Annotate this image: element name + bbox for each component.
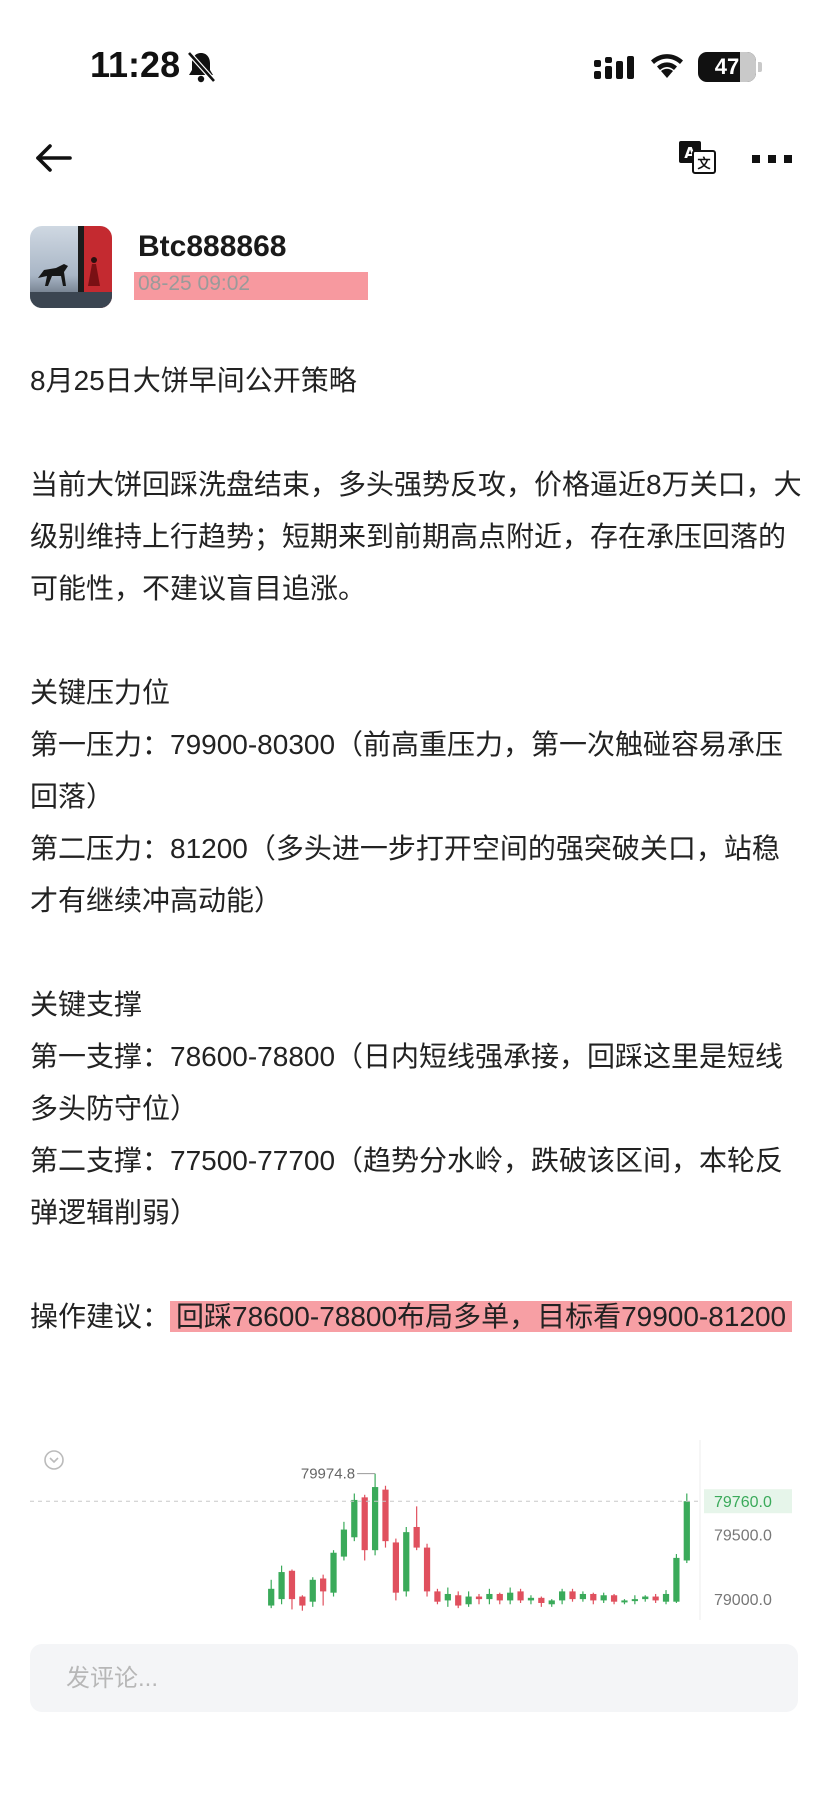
candle bbox=[610, 1595, 618, 1602]
svg-text:文: 文 bbox=[697, 156, 711, 172]
price-axis-label: 79500.0 bbox=[714, 1528, 772, 1545]
candle bbox=[413, 1526, 420, 1548]
candle bbox=[517, 1591, 524, 1601]
candle bbox=[434, 1591, 441, 1602]
advice-line: 操作建议： 回踩78600-78800布局多单，目标看79900-81200 bbox=[30, 1291, 805, 1343]
battery-icon: 47 bbox=[698, 52, 756, 82]
resistance-2: 第二压力：81200（多头进一步打开空间的强突破关口，站稳才有继续冲高动能） bbox=[30, 833, 780, 916]
high-price-label: 79974.8 bbox=[301, 1466, 355, 1483]
candle bbox=[465, 1596, 472, 1605]
candle bbox=[392, 1542, 399, 1593]
comment-box[interactable] bbox=[30, 1644, 798, 1714]
candle bbox=[475, 1596, 483, 1600]
battery-level: 47 bbox=[714, 54, 740, 79]
bell-muted-icon bbox=[187, 51, 216, 83]
advice-label: 操作建议： bbox=[30, 1301, 171, 1332]
price-chart-image[interactable]: 79974.8 79760.0 79500.0 79000.0 bbox=[0, 1440, 830, 1620]
candle bbox=[590, 1593, 597, 1601]
candle bbox=[455, 1595, 462, 1606]
support-2: 第二支撑：77500-77700（趋势分水岭，跌破该区间，本轮反弹逻辑削弱） bbox=[30, 1145, 784, 1228]
candle bbox=[309, 1579, 316, 1602]
author-name[interactable]: Btc888868 bbox=[138, 230, 286, 264]
candle bbox=[382, 1489, 389, 1542]
author-avatar[interactable] bbox=[30, 226, 112, 308]
candle bbox=[361, 1497, 368, 1551]
candle bbox=[631, 1599, 638, 1602]
support-1: 第一支撑：78600-78800（日内短线强承接，回踩这里是短线多头防守位） bbox=[30, 1041, 784, 1124]
status-bar: 11:28 47 bbox=[0, 0, 830, 135]
candle bbox=[371, 1487, 379, 1551]
candle bbox=[548, 1600, 555, 1605]
candle bbox=[527, 1597, 535, 1601]
candle bbox=[403, 1532, 410, 1592]
candle bbox=[330, 1552, 337, 1593]
back-arrow-icon[interactable] bbox=[34, 142, 74, 174]
candle bbox=[351, 1499, 358, 1538]
comment-input[interactable] bbox=[64, 1644, 768, 1714]
more-options-icon[interactable] bbox=[752, 154, 792, 164]
candle bbox=[569, 1591, 576, 1600]
candle bbox=[621, 1600, 628, 1603]
candle bbox=[673, 1557, 680, 1602]
candle bbox=[538, 1597, 545, 1603]
candle bbox=[444, 1593, 451, 1601]
status-time: 11:28 bbox=[90, 44, 181, 85]
resistance-heading: 关键压力位 bbox=[30, 677, 171, 708]
candle bbox=[268, 1588, 275, 1606]
post-title: 8月25日大饼早间公开策略 bbox=[30, 365, 357, 396]
candle bbox=[600, 1595, 607, 1601]
wifi-icon bbox=[651, 54, 683, 78]
candle bbox=[559, 1591, 566, 1601]
candle bbox=[423, 1547, 431, 1592]
post-timestamp: 08-25 09:02 bbox=[138, 272, 251, 295]
candle bbox=[579, 1593, 587, 1600]
candle bbox=[662, 1593, 670, 1602]
post-body: 8月25日大饼早间公开策略 当前大饼回踩洗盘结束，多头强势反攻，价格逼近8万关口… bbox=[30, 355, 805, 1343]
post-intro: 当前大饼回踩洗盘结束，多头强势反攻，价格逼近8万关口，大级别维持上行趋势；短期来… bbox=[30, 469, 802, 604]
candle bbox=[288, 1570, 296, 1600]
candle bbox=[320, 1578, 327, 1592]
candle bbox=[642, 1596, 649, 1600]
candle bbox=[683, 1501, 690, 1561]
candle bbox=[496, 1593, 503, 1601]
price-axis-label: 79000.0 bbox=[714, 1592, 772, 1609]
candle bbox=[652, 1596, 659, 1601]
candle bbox=[507, 1592, 514, 1601]
candle bbox=[486, 1593, 493, 1600]
resistance-1: 第一压力：79900-80300（前高重压力，第一次触碰容易承压回落） bbox=[30, 729, 784, 812]
current-price-label: 79760.0 bbox=[714, 1494, 772, 1511]
translate-icon[interactable]: A 文 bbox=[678, 140, 716, 174]
advice-highlight: 回踩78600-78800布局多单，目标看79900-81200 bbox=[170, 1301, 793, 1332]
cellular-signal-icon bbox=[594, 56, 634, 79]
support-heading: 关键支撑 bbox=[30, 989, 143, 1020]
candle bbox=[340, 1529, 348, 1557]
candle bbox=[299, 1596, 306, 1606]
chart-collapse-icon bbox=[44, 1450, 64, 1470]
candle bbox=[278, 1572, 285, 1600]
